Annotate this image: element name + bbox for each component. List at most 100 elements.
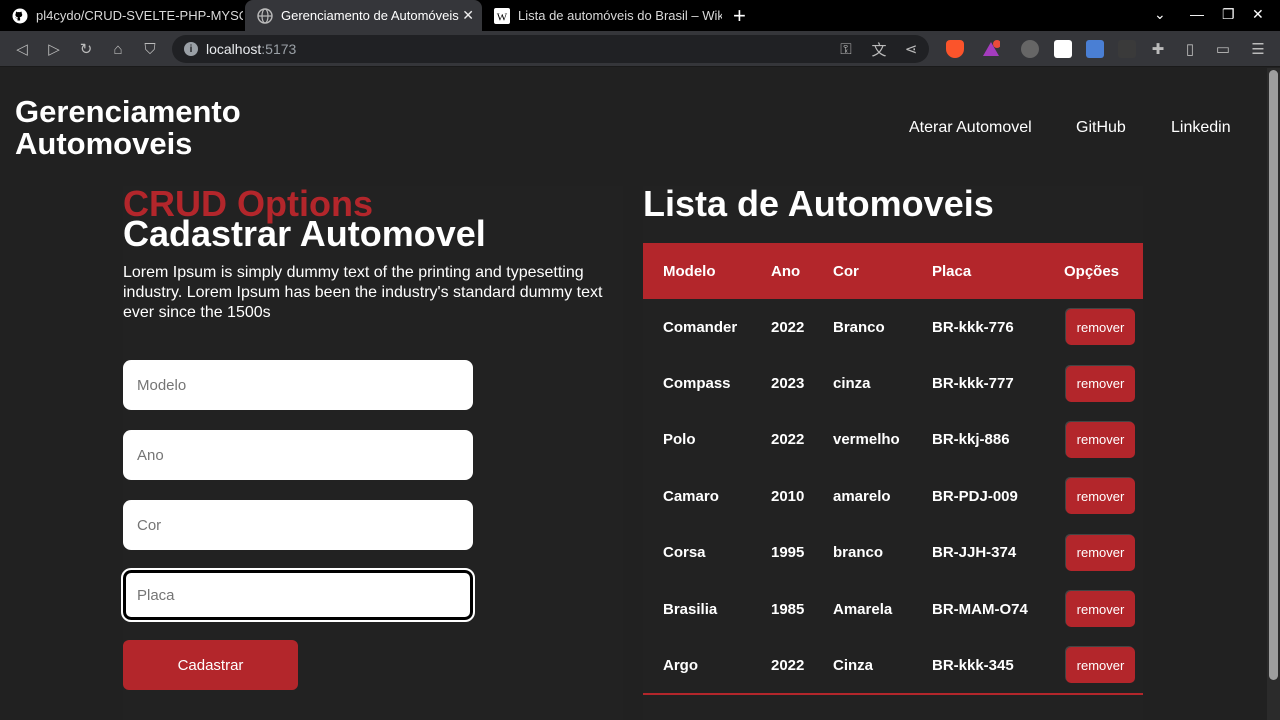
remover-button[interactable]: remover bbox=[1066, 647, 1135, 684]
puzzle-icon[interactable]: ✚ bbox=[1148, 39, 1168, 59]
list-title: Lista de Automoveis bbox=[643, 183, 994, 224]
form-title: Cadastrar Automovel bbox=[123, 213, 486, 254]
ano-input[interactable] bbox=[123, 430, 473, 480]
form-description: Lorem Ipsum is simply dummy text of the … bbox=[123, 264, 603, 321]
remover-button[interactable]: remover bbox=[1066, 421, 1135, 458]
cell-ano: 1985 bbox=[771, 600, 805, 618]
brave-rewards-icon[interactable] bbox=[982, 40, 1001, 58]
cell-modelo: Comander bbox=[663, 318, 738, 336]
column-header: Ano bbox=[771, 262, 801, 280]
cell-placa: BR-kkk-776 bbox=[932, 318, 1014, 336]
new-tab-icon[interactable]: + bbox=[733, 3, 746, 29]
column-header: Opções bbox=[1064, 262, 1120, 280]
cell-cor: Amarela bbox=[833, 600, 893, 618]
forward-icon[interactable]: ▷ bbox=[44, 39, 64, 59]
remover-button[interactable]: remover bbox=[1066, 478, 1135, 515]
sidebar-icon[interactable]: ▯ bbox=[1180, 39, 1200, 59]
form-panel: CRUD Options Cadastrar Automovel Lorem I… bbox=[121, 186, 623, 720]
back-icon[interactable]: ◁ bbox=[12, 39, 32, 59]
cell-placa: BR-kkk-345 bbox=[932, 656, 1014, 674]
cell-ano: 2022 bbox=[771, 656, 805, 674]
tab-title: Lista de automóveis do Brasil – Wikipédi… bbox=[518, 8, 722, 23]
brand-title: Gerenciamento Automoveis bbox=[15, 94, 241, 161]
remover-button[interactable]: remover bbox=[1066, 365, 1135, 402]
cell-ano: 2010 bbox=[771, 487, 805, 505]
remover-button[interactable]: remover bbox=[1066, 534, 1135, 571]
tab-wikipedia[interactable]: W Lista de automóveis do Brasil – Wikipé… bbox=[482, 0, 722, 31]
tab-github[interactable]: pl4cydo/CRUD-SVELTE-PHP-MYSQL bbox=[0, 0, 243, 31]
close-tab-icon[interactable]: ✕ bbox=[462, 7, 474, 24]
cell-cor: vermelho bbox=[833, 431, 900, 449]
table-header-row: Modelo Ano Cor Placa Opções bbox=[643, 243, 1143, 299]
cell-placa: BR-JJH-374 bbox=[932, 544, 1017, 562]
cell-options: remover bbox=[1044, 299, 1143, 355]
nav-alterar-automovel[interactable]: Aterar Automovel bbox=[909, 119, 1032, 137]
table-row: Comander 2022 Branco BR-kkk-776 remover bbox=[643, 299, 1143, 355]
cell-cor: Branco bbox=[833, 318, 885, 336]
cell-modelo: Polo bbox=[663, 431, 696, 449]
tab-search-icon[interactable]: ⌄ bbox=[1154, 6, 1166, 23]
tab-title: pl4cydo/CRUD-SVELTE-PHP-MYSQL bbox=[36, 8, 243, 23]
table-row: Brasilia 1985 Amarela BR-MAM-O74 remover bbox=[643, 581, 1143, 637]
cell-options: remover bbox=[1044, 581, 1143, 637]
tab-title: Gerenciamento de Automóveis bbox=[281, 8, 459, 23]
extension-icon[interactable] bbox=[1118, 40, 1136, 58]
table-row: Compass 2023 cinza BR-kkk-777 remover bbox=[643, 355, 1143, 411]
cell-modelo: Camaro bbox=[663, 487, 719, 505]
browser-toolbar: ◁ ▷ ↻ ⌂ ⛉ i localhost:5173 ⚿ 文 ⋖ ✚ ▯ ▭ ☰ bbox=[0, 31, 1280, 67]
bookmark-icon[interactable]: ⛉ bbox=[140, 39, 160, 59]
cell-cor: branco bbox=[833, 544, 884, 562]
remover-button[interactable]: remover bbox=[1066, 309, 1135, 346]
address-bar[interactable]: i localhost:5173 ⚿ 文 ⋖ bbox=[172, 35, 929, 63]
google-translate-icon[interactable] bbox=[1086, 40, 1104, 58]
scrollbar-thumb[interactable] bbox=[1269, 70, 1278, 680]
page-content: Gerenciamento Automoveis Aterar Automove… bbox=[0, 68, 1267, 720]
cell-cor: Cinza bbox=[833, 656, 874, 674]
table-row: Argo 2022 Cinza BR-kkk-345 remover bbox=[643, 637, 1143, 694]
cadastrar-button[interactable]: Cadastrar bbox=[123, 640, 298, 690]
site-info-icon[interactable]: i bbox=[184, 42, 198, 56]
remover-button[interactable]: remover bbox=[1066, 591, 1135, 628]
column-header: Placa bbox=[932, 262, 972, 280]
cell-ano: 2022 bbox=[771, 431, 805, 449]
cell-modelo: Argo bbox=[663, 656, 698, 674]
github-icon bbox=[12, 8, 28, 24]
wallet-icon[interactable]: ▭ bbox=[1213, 39, 1233, 59]
table-row: Corsa 1995 branco BR-JJH-374 remover bbox=[643, 525, 1143, 581]
cell-cor: cinza bbox=[833, 375, 871, 393]
extension-icon[interactable] bbox=[1054, 40, 1072, 58]
key-icon[interactable]: ⚿ bbox=[836, 39, 856, 59]
cell-ano: 2022 bbox=[771, 318, 805, 336]
maximize-icon[interactable]: ❐ bbox=[1222, 6, 1235, 23]
nav-github[interactable]: GitHub bbox=[1076, 119, 1126, 137]
cell-placa: BR-MAM-O74 bbox=[932, 600, 1028, 618]
cell-modelo: Corsa bbox=[663, 544, 706, 562]
close-window-icon[interactable]: ✕ bbox=[1252, 6, 1264, 23]
column-header: Modelo bbox=[663, 262, 716, 280]
browser-tab-bar: pl4cydo/CRUD-SVELTE-PHP-MYSQL Gerenciame… bbox=[0, 0, 1280, 31]
cell-options: remover bbox=[1044, 355, 1143, 411]
cell-options: remover bbox=[1044, 468, 1143, 524]
menu-icon[interactable]: ☰ bbox=[1248, 39, 1268, 59]
page-scrollbar[interactable] bbox=[1267, 68, 1280, 720]
share-icon[interactable]: ⋖ bbox=[901, 39, 921, 59]
cell-modelo: Compass bbox=[663, 375, 731, 393]
cell-cor: amarelo bbox=[833, 487, 891, 505]
home-icon[interactable]: ⌂ bbox=[108, 39, 128, 59]
extension-icon[interactable] bbox=[1021, 40, 1039, 58]
modelo-input[interactable] bbox=[123, 360, 473, 410]
cell-modelo: Brasilia bbox=[663, 600, 718, 618]
cor-input[interactable] bbox=[123, 500, 473, 550]
reload-icon[interactable]: ↻ bbox=[76, 39, 96, 59]
placa-input[interactable] bbox=[121, 568, 475, 622]
tab-gerenciamento[interactable]: Gerenciamento de Automóveis ✕ bbox=[245, 0, 482, 31]
brave-shield-icon[interactable] bbox=[946, 40, 964, 58]
translate-icon[interactable]: 文 bbox=[869, 39, 889, 59]
cell-placa: BR-PDJ-009 bbox=[932, 487, 1018, 505]
table-row: Polo 2022 vermelho BR-kkj-886 remover bbox=[643, 412, 1143, 468]
minimize-icon[interactable]: — bbox=[1190, 6, 1204, 22]
nav-linkedin[interactable]: Linkedin bbox=[1171, 119, 1231, 137]
cell-options: remover bbox=[1044, 412, 1143, 468]
automoveis-table: Modelo Ano Cor Placa Opções Comander 2022… bbox=[643, 243, 1143, 695]
cell-ano: 2023 bbox=[771, 375, 805, 393]
